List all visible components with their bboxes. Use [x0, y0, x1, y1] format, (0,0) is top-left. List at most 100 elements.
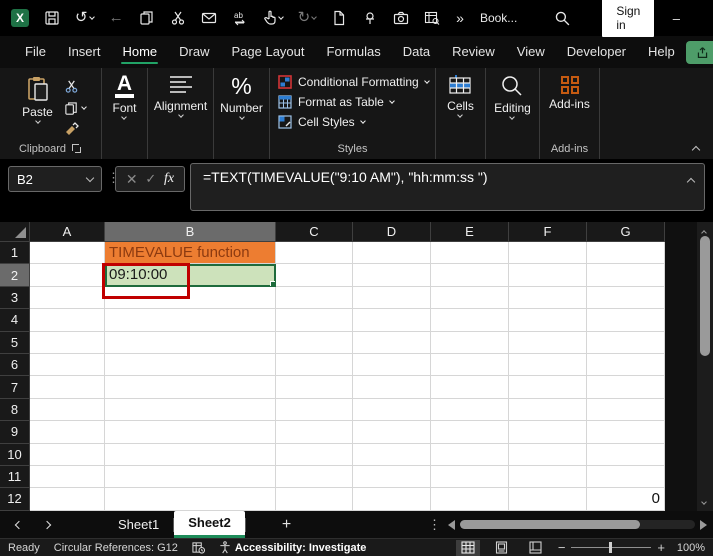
ribbon-tab-page-layout[interactable]: Page Layout	[221, 38, 316, 66]
cell-A2[interactable]	[30, 264, 105, 286]
cell-A9[interactable]	[30, 421, 105, 443]
cell-B1[interactable]: TIMEVALUE function	[105, 242, 276, 264]
cell-E5[interactable]	[431, 332, 509, 354]
cell-A10[interactable]	[30, 444, 105, 466]
cell-C6[interactable]	[276, 354, 353, 376]
cell-G7[interactable]	[587, 376, 665, 398]
cell-F11[interactable]	[509, 466, 587, 488]
cell-G6[interactable]	[587, 354, 665, 376]
row-header-2[interactable]: 2	[0, 264, 30, 286]
copy-button-ribbon[interactable]	[64, 100, 86, 116]
cell-E4[interactable]	[431, 309, 509, 331]
cell-A12[interactable]	[30, 488, 105, 510]
format-painter-button[interactable]	[64, 122, 86, 138]
cell-F10[interactable]	[509, 444, 587, 466]
cut-button[interactable]	[167, 8, 189, 28]
zoom-level[interactable]: 100%	[671, 542, 705, 554]
cell-F6[interactable]	[509, 354, 587, 376]
copy-button[interactable]	[136, 8, 158, 28]
new-file-button[interactable]	[328, 8, 350, 28]
ribbon-tab-developer[interactable]: Developer	[556, 38, 637, 66]
cell-E12[interactable]	[431, 488, 509, 510]
name-box[interactable]: B2	[8, 166, 102, 192]
cell-C9[interactable]	[276, 421, 353, 443]
row-header-5[interactable]: 5	[0, 332, 30, 354]
excel-logo-button[interactable]: X	[8, 7, 32, 29]
ab-arrows-button[interactable]: ab	[229, 8, 251, 28]
accessibility-status[interactable]: Accessibility: Investigate	[219, 541, 366, 554]
formula-input[interactable]: =TEXT(TIMEVALUE("9:10 AM"), "hh:mm:ss ")	[190, 163, 705, 211]
cell-D6[interactable]	[353, 354, 431, 376]
vertical-scroll-thumb[interactable]	[700, 236, 710, 356]
cell-G5[interactable]	[587, 332, 665, 354]
cell-C11[interactable]	[276, 466, 353, 488]
cell-G10[interactable]	[587, 444, 665, 466]
clipboard-dialog-launcher[interactable]	[72, 144, 82, 154]
cell-G3[interactable]	[587, 287, 665, 309]
search-button[interactable]	[551, 8, 574, 29]
cell-D10[interactable]	[353, 444, 431, 466]
cell-G2[interactable]	[587, 264, 665, 286]
column-header-G[interactable]: G	[587, 222, 665, 242]
macro-record-button[interactable]	[192, 541, 205, 554]
table-lookup-button[interactable]	[421, 8, 443, 28]
cell-E1[interactable]	[431, 242, 509, 264]
zoom-out-button[interactable]: −	[558, 540, 566, 555]
cell-D1[interactable]	[353, 242, 431, 264]
cell-A4[interactable]	[30, 309, 105, 331]
cells-button[interactable]: Cells	[445, 72, 476, 119]
ribbon-tab-draw[interactable]: Draw	[168, 38, 220, 66]
editing-button[interactable]: Editing	[492, 72, 533, 121]
insert-function-button[interactable]: fx	[164, 171, 174, 187]
page-break-preview-button[interactable]	[524, 540, 548, 556]
cell-A5[interactable]	[30, 332, 105, 354]
cell-B10[interactable]	[105, 444, 276, 466]
cell-B12[interactable]	[105, 488, 276, 510]
ribbon-tab-view[interactable]: View	[506, 38, 556, 66]
cell-D2[interactable]	[353, 264, 431, 286]
cell-B7[interactable]	[105, 376, 276, 398]
alignment-button[interactable]: Alignment	[152, 72, 209, 119]
cell-C7[interactable]	[276, 376, 353, 398]
cell-E8[interactable]	[431, 399, 509, 421]
cell-A7[interactable]	[30, 376, 105, 398]
cell-F2[interactable]	[509, 264, 587, 286]
cell-C10[interactable]	[276, 444, 353, 466]
ribbon-tab-insert[interactable]: Insert	[57, 38, 112, 66]
sheet-tab-sheet2[interactable]: Sheet2	[174, 511, 245, 538]
status-circular-references[interactable]: Circular References: G12	[54, 542, 178, 554]
status-ready[interactable]: Ready	[8, 542, 40, 554]
ribbon-tab-file[interactable]: File	[14, 38, 57, 66]
row-header-7[interactable]: 7	[0, 376, 30, 398]
next-sheet-icon[interactable]	[43, 520, 51, 528]
cell-D12[interactable]	[353, 488, 431, 510]
cell-E7[interactable]	[431, 376, 509, 398]
column-header-B[interactable]: B	[105, 222, 276, 242]
camera-button[interactable]	[390, 8, 412, 28]
cell-G11[interactable]	[587, 466, 665, 488]
row-header-9[interactable]: 9	[0, 421, 30, 443]
page-layout-view-button[interactable]	[490, 540, 514, 556]
cell-C4[interactable]	[276, 309, 353, 331]
horizontal-scroll-thumb[interactable]	[460, 520, 640, 529]
cell-D11[interactable]	[353, 466, 431, 488]
enter-button[interactable]: ✓	[145, 171, 156, 187]
cell-B11[interactable]	[105, 466, 276, 488]
cell-E3[interactable]	[431, 287, 509, 309]
row-header-3[interactable]: 3	[0, 287, 30, 309]
cell-D7[interactable]	[353, 376, 431, 398]
cell-G4[interactable]	[587, 309, 665, 331]
cut-button-ribbon[interactable]	[64, 78, 86, 94]
ribbon-tab-formulas[interactable]: Formulas	[316, 38, 392, 66]
cell-A11[interactable]	[30, 466, 105, 488]
cell-G12[interactable]: 0	[587, 488, 665, 510]
save-button[interactable]	[41, 8, 63, 28]
zoom-in-button[interactable]: +	[657, 540, 665, 555]
paste-button[interactable]: Paste	[15, 72, 60, 127]
collapse-ribbon-button[interactable]	[692, 146, 700, 154]
maximize-button[interactable]	[698, 0, 713, 36]
cell-F8[interactable]	[509, 399, 587, 421]
cell-B9[interactable]	[105, 421, 276, 443]
cell-C8[interactable]	[276, 399, 353, 421]
cell-styles-button[interactable]: Cell Styles	[278, 115, 429, 129]
